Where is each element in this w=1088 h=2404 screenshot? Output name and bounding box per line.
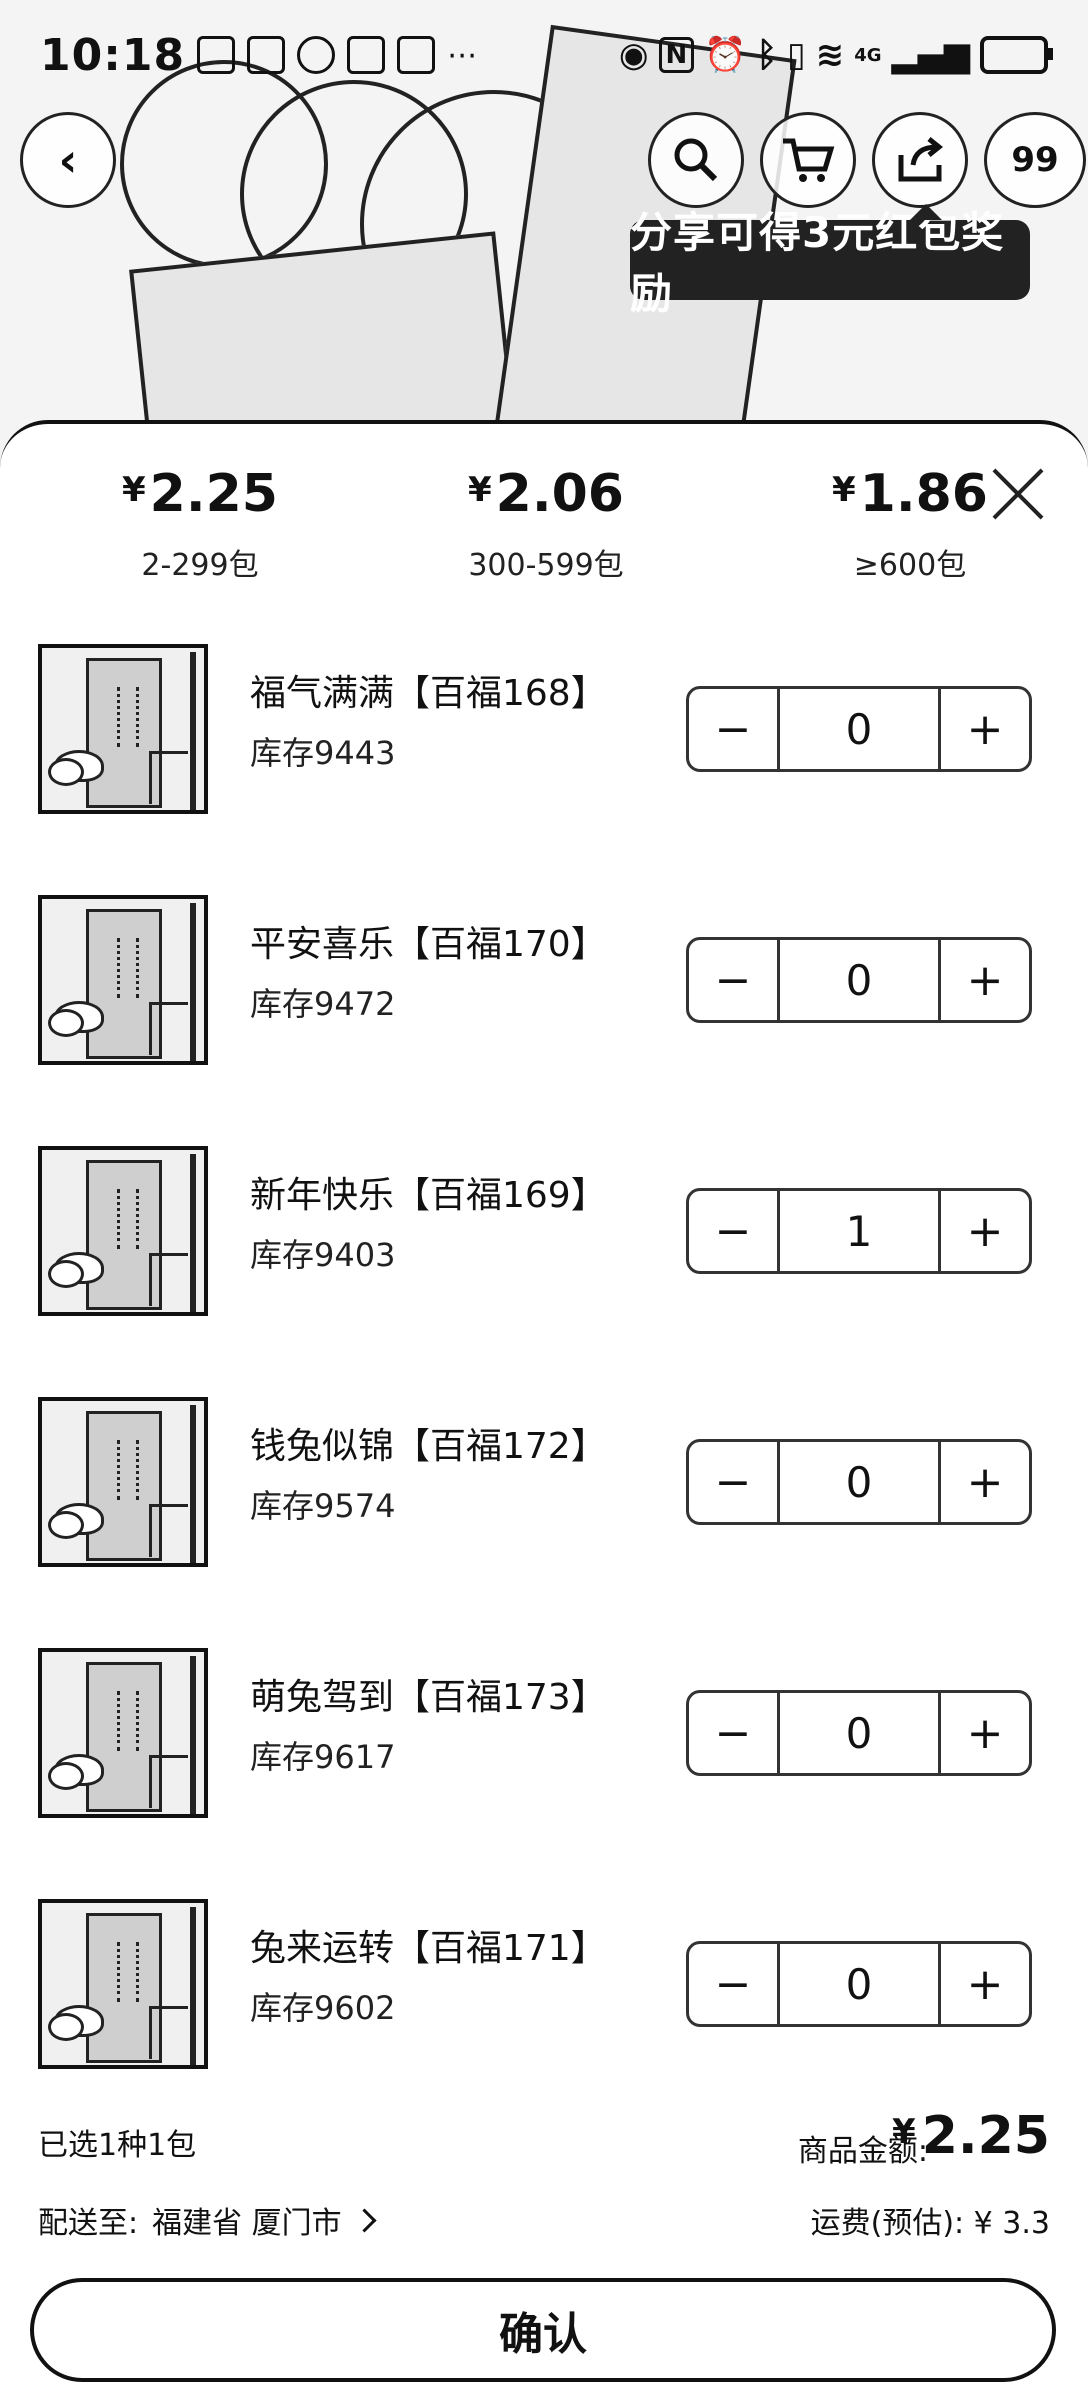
- total-amount: ¥2.25: [892, 2106, 1050, 2166]
- product-stock: 库存9472: [250, 985, 396, 1023]
- product-name: 平安喜乐【百福170】: [250, 924, 607, 965]
- decrease-button[interactable]: −: [689, 1944, 777, 2024]
- confirm-button[interactable]: 确认: [30, 2278, 1056, 2382]
- wifi-icon: ≋: [815, 35, 845, 75]
- chevron-left-icon: ‹: [58, 133, 78, 187]
- product-list: 福气满满【百福168】 库存9443 − 0 + 平安喜乐【百福170】 库存9…: [0, 644, 1088, 2150]
- ship-region: 福建省 厦门市: [152, 2206, 342, 2241]
- list-item: 萌兔驾到【百福173】 库存9617 − 0 +: [0, 1648, 1088, 1899]
- quantity-stepper: − 0 +: [686, 1439, 1032, 1525]
- quantity-input[interactable]: 0: [777, 1442, 941, 1522]
- freight-estimate: 运费(预估): ¥ 3.3: [810, 2206, 1050, 2241]
- decrease-button[interactable]: −: [689, 1442, 777, 1522]
- tier-price: ¥2.06: [468, 464, 624, 524]
- quantity-stepper: − 0 +: [686, 686, 1032, 772]
- hand-icon: [347, 36, 386, 74]
- quantity-input[interactable]: 0: [777, 1944, 941, 2024]
- product-name: 钱兔似锦【百福172】: [250, 1426, 607, 1467]
- price-tier: ¥2.25 2-299包: [70, 464, 330, 584]
- close-icon[interactable]: [988, 464, 1048, 524]
- square-icon: [397, 36, 436, 74]
- increase-button[interactable]: +: [941, 1191, 1029, 1271]
- back-button[interactable]: ‹: [20, 112, 116, 208]
- share-button[interactable]: [872, 112, 968, 208]
- product-thumbnail[interactable]: [38, 1648, 208, 1818]
- decrease-button[interactable]: −: [689, 1191, 777, 1271]
- product-thumbnail[interactable]: [38, 1899, 208, 2069]
- product-stock: 库存9574: [250, 1487, 396, 1525]
- product-stock: 库存9602: [250, 1989, 396, 2027]
- increase-button[interactable]: +: [941, 1693, 1029, 1773]
- bluetooth-icon: ᛒ: [756, 35, 778, 75]
- gallery-icon: [197, 36, 236, 74]
- product-stock: 库存9403: [250, 1236, 396, 1274]
- tier-range: 2-299包: [141, 548, 259, 583]
- message-button[interactable]: 99: [984, 112, 1086, 208]
- decrease-button[interactable]: −: [689, 940, 777, 1020]
- product-name: 福气满满【百福168】: [250, 673, 607, 714]
- cart-icon: [783, 138, 835, 182]
- quantity-stepper: − 0 +: [686, 937, 1032, 1023]
- search-icon: [674, 138, 718, 182]
- quantity-stepper: − 1 +: [686, 1188, 1032, 1274]
- product-hero-image: 10:18 ⋯ ◉ N ⏰ ᛒ ▯ ≋ 4G ▂▄▆ ‹ 99 分享可得3元红包…: [0, 0, 1088, 470]
- product-thumbnail[interactable]: [38, 895, 208, 1065]
- tier-range: ≥600包: [853, 548, 967, 583]
- increase-button[interactable]: +: [941, 689, 1029, 769]
- list-item: 新年快乐【百福169】 库存9403 − 1 +: [0, 1146, 1088, 1397]
- quantity-input[interactable]: 0: [777, 1693, 941, 1773]
- product-name: 新年快乐【百福169】: [250, 1175, 607, 1216]
- eye-icon: ◉: [618, 35, 649, 75]
- signal-icon: ▂▄▆: [891, 35, 970, 75]
- price-tiers: ¥2.25 2-299包 ¥2.06 300-599包 ¥1.86 ≥600包: [0, 464, 1088, 604]
- product-thumbnail[interactable]: [38, 1397, 208, 1567]
- list-item: 平安喜乐【百福170】 库存9472 − 0 +: [0, 895, 1088, 1146]
- status-time: 10:18: [40, 29, 186, 81]
- increase-button[interactable]: +: [941, 940, 1029, 1020]
- product-name: 萌兔驾到【百福173】: [250, 1677, 607, 1718]
- chevron-right-icon: [352, 2207, 377, 2233]
- quantity-input[interactable]: 0: [777, 689, 941, 769]
- product-name: 兔来运转【百福171】: [250, 1928, 607, 1969]
- decrease-button[interactable]: −: [689, 1693, 777, 1773]
- decrease-button[interactable]: −: [689, 689, 777, 769]
- search-button[interactable]: [648, 112, 744, 208]
- more-dots-icon: ⋯: [447, 37, 478, 73]
- tier-range: 300-599包: [468, 548, 624, 583]
- product-stock: 库存9443: [250, 734, 396, 772]
- quantity-stepper: − 0 +: [686, 1690, 1032, 1776]
- quantity-input[interactable]: 0: [777, 940, 941, 1020]
- shipping-destination: 配送至: 福建省 厦门市: [38, 2198, 377, 2242]
- product-thumbnail[interactable]: [38, 1146, 208, 1316]
- increase-button[interactable]: +: [941, 1442, 1029, 1522]
- quantity-stepper: − 0 +: [686, 1941, 1032, 2027]
- quantity-input[interactable]: 1: [777, 1191, 941, 1271]
- signal-label: 4G: [854, 44, 882, 66]
- vibrate-icon: ▯: [787, 35, 806, 75]
- search-app-icon: [247, 36, 286, 74]
- ship-label: 配送至:: [38, 2206, 139, 2241]
- list-item: 福气满满【百福168】 库存9443 − 0 +: [0, 644, 1088, 895]
- tier-price: ¥2.25: [122, 464, 278, 524]
- battery-icon: [980, 36, 1053, 74]
- product-thumbnail[interactable]: [38, 644, 208, 814]
- cart-button[interactable]: [760, 112, 856, 208]
- ship-region-selector[interactable]: 福建省 厦门市: [152, 2198, 377, 2242]
- sync-icon: [297, 36, 336, 74]
- share-reward-tip: 分享可得3元红包奖励: [630, 204, 1030, 318]
- price-tier: ¥2.06 300-599包: [416, 464, 676, 584]
- message-badge: 99: [1011, 140, 1059, 180]
- selection-summary: 已选1种1包: [38, 2128, 197, 2163]
- alarm-icon: ⏰: [704, 35, 747, 75]
- product-stock: 库存9617: [250, 1738, 396, 1776]
- list-item: 钱兔似锦【百福172】 库存9574 − 0 +: [0, 1397, 1088, 1648]
- status-bar: 10:18 ⋯ ◉ N ⏰ ᛒ ▯ ≋ 4G ▂▄▆: [0, 0, 1088, 110]
- share-icon: [898, 137, 944, 182]
- increase-button[interactable]: +: [941, 1944, 1029, 2024]
- nfc-icon: N: [658, 37, 695, 73]
